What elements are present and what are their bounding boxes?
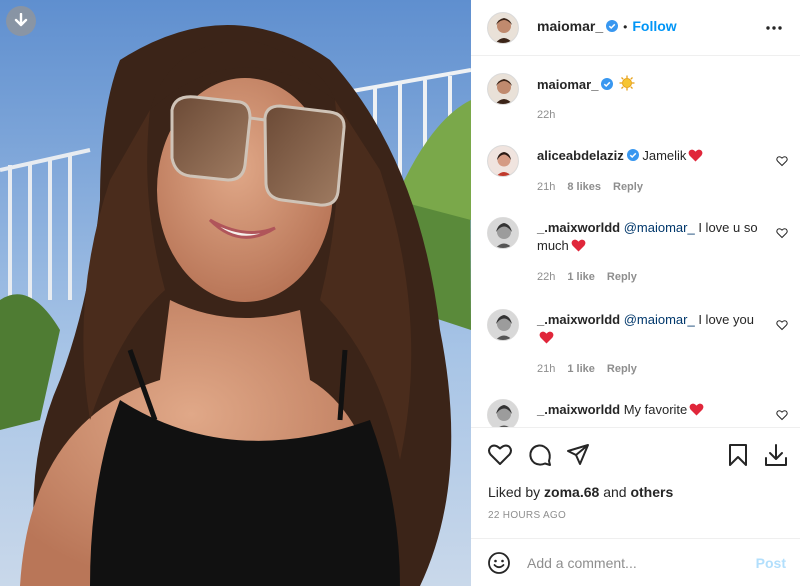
likes-prefix: Liked by [488, 484, 541, 500]
sun-emoji [619, 75, 635, 91]
divider [471, 427, 800, 428]
red-heart-emoji [689, 403, 704, 416]
red-heart-emoji [688, 149, 703, 162]
comment-username[interactable]: _.maixworldd [537, 312, 620, 327]
comment-bubble-icon[interactable] [527, 442, 553, 468]
download-arrow-icon[interactable] [6, 6, 36, 36]
photo-image [0, 0, 471, 586]
verified-badge-icon [606, 20, 619, 32]
avatar[interactable] [487, 217, 519, 249]
post-header: maiomar_ • Follow [471, 0, 800, 56]
reply-button[interactable]: Reply [607, 363, 637, 375]
likes-others-link[interactable]: others [630, 484, 673, 500]
post-comment-button[interactable]: Post [756, 555, 786, 571]
paper-plane-icon[interactable] [565, 442, 591, 468]
caption-time[interactable]: 22h [537, 109, 555, 121]
avatar[interactable] [487, 145, 519, 177]
likes-summary: Liked by zoma.68 and others [488, 484, 673, 500]
post-side-panel: maiomar_ • Follow maiomar_ 22h aliceabdela… [471, 0, 800, 586]
comment-likes[interactable]: 1 like [567, 271, 595, 283]
post-timestamp[interactable]: 22 HOURS AGO [488, 510, 566, 521]
action-bar [471, 436, 800, 476]
follow-button[interactable]: Follow [632, 18, 676, 34]
post-photo[interactable] [0, 0, 471, 586]
comment-time[interactable]: 21h [537, 181, 555, 193]
liked-by-user[interactable]: zoma.68 [544, 484, 599, 500]
comment-like-heart-icon[interactable] [776, 319, 788, 331]
likes-and: and [603, 484, 627, 500]
download-icon[interactable] [763, 442, 789, 468]
comment-text: My favorite [623, 402, 688, 417]
verified-badge-icon [626, 149, 639, 161]
add-comment-bar: Post [471, 538, 800, 586]
author-username[interactable]: maiomar_ [537, 18, 603, 34]
comment-mention[interactable]: @maiomar_ [624, 220, 695, 235]
smiley-icon[interactable] [487, 551, 511, 575]
comment-like-heart-icon[interactable] [776, 409, 788, 421]
avatar[interactable] [487, 309, 519, 341]
comment-input[interactable] [527, 552, 747, 574]
comment-text: I love you [698, 312, 754, 327]
verified-badge-icon [601, 78, 614, 90]
comments-list[interactable]: maiomar_ 22h aliceabdelaziz Jamelik 21h 8… [471, 57, 800, 427]
comment-likes[interactable]: 8 likes [567, 181, 601, 193]
avatar[interactable] [487, 399, 519, 427]
comment-username[interactable]: aliceabdelaziz [537, 148, 624, 163]
separator-dot: • [623, 20, 628, 34]
red-heart-emoji [539, 331, 554, 344]
red-heart-emoji [571, 239, 586, 252]
reply-button[interactable]: Reply [607, 271, 637, 283]
comment-time[interactable]: 21h [537, 363, 555, 375]
comment-mention[interactable]: @maiomar_ [624, 312, 695, 327]
comment-item: _.maixworldd My favorite [471, 399, 800, 427]
comment-username[interactable]: _.maixworldd [537, 220, 620, 235]
caption-username[interactable]: maiomar_ [537, 77, 598, 92]
more-options-icon[interactable] [764, 20, 784, 36]
avatar[interactable] [487, 12, 519, 44]
comment-item: _.maixworldd @maiomar_ I love you 21h 1 l… [471, 309, 800, 389]
comment-text: Jamelik [642, 148, 687, 163]
bookmark-icon[interactable] [725, 442, 751, 468]
comment-like-heart-icon[interactable] [776, 227, 788, 239]
heart-icon[interactable] [487, 442, 513, 468]
comment-item: _.maixworldd @maiomar_ I love u so much … [471, 217, 800, 297]
comment-item: aliceabdelaziz Jamelik 21h 8 likes Reply [471, 145, 800, 205]
comment-username[interactable]: _.maixworldd [537, 402, 620, 417]
avatar[interactable] [487, 73, 519, 105]
reply-button[interactable]: Reply [613, 181, 643, 193]
comment-time[interactable]: 22h [537, 271, 555, 283]
caption: maiomar_ 22h [471, 73, 800, 133]
comment-like-heart-icon[interactable] [776, 155, 788, 167]
comment-likes[interactable]: 1 like [567, 363, 595, 375]
